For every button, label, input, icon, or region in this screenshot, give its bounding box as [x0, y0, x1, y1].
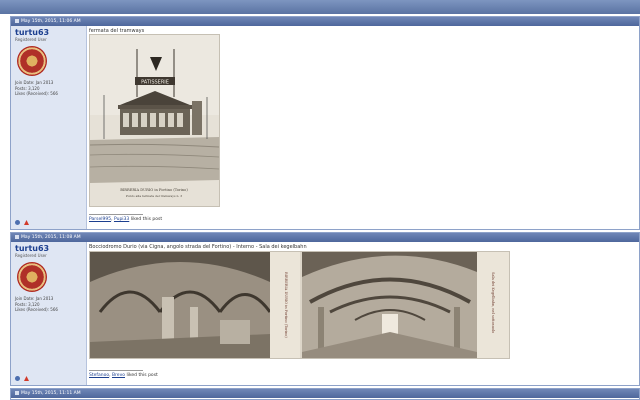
avatar[interactable] [17, 46, 47, 76]
post-header: May 15th, 2015, 11:06 AM [11, 17, 639, 26]
tram-stop-pavilion-image: PATISSERIE BIRRERIA DURIO in Fortino (To… [89, 35, 220, 206]
username-link[interactable]: turtu63 [15, 28, 82, 37]
postcard-image[interactable]: BIRRERIA DURIO in Fortino (Torino) Sala … [89, 251, 510, 359]
user-info-panel: turtu63 Registered User Join Date: Jan 2… [11, 242, 87, 385]
user-title: Registered User [15, 253, 47, 258]
post-icon [15, 390, 19, 395]
user-info-panel: turtu63 Registered User Join Date: Jan 2… [11, 26, 87, 229]
post-content: Bocciodromo Durio (via Cigna, angolo str… [87, 242, 639, 385]
liked-text: liked this post [130, 217, 163, 222]
likes-separator [89, 370, 143, 371]
user-title: Registered User [15, 37, 47, 42]
post-header: May 15th, 2015, 11:11 AM [11, 389, 639, 398]
likes-line: Stefanoo, Brevo liked this post [89, 373, 158, 378]
post-header: May 15th, 2015, 11:08 AM [11, 233, 639, 242]
bocciodromo-interior-image: BIRRERIA DURIO in Fortino (Torino) Sala … [90, 252, 509, 358]
report-icon[interactable] [24, 220, 29, 225]
liker-link[interactable]: Pupi33 [114, 217, 129, 222]
post-date: May 15th, 2015, 11:08 AM [21, 235, 81, 240]
avatar[interactable] [17, 262, 47, 292]
postcard-subcaption: Sala dei Kegelbahn, nel sottosuolo [491, 272, 495, 333]
liker-link[interactable]: Stefanoo [89, 373, 109, 378]
top-banner [0, 0, 640, 14]
postcard-caption: BIRRERIA DURIO in Fortino (Torino) [120, 188, 188, 192]
post-content: fermata del tramways PATISSERIE BIRRERIA… [87, 26, 639, 229]
post-icon [15, 234, 19, 239]
postcard-subcaption: Punto alla fermata del tramways n. 3 [126, 194, 182, 198]
post-icon [15, 18, 19, 23]
likes-received: Likes (Received): 566 [15, 91, 58, 96]
liked-text: liked this post [126, 373, 158, 378]
liker-link[interactable]: Parsel995 [89, 217, 111, 222]
likes-received: Likes (Received): 566 [15, 307, 58, 312]
likes-separator [89, 214, 143, 215]
pavilion-sign: PATISSERIE [141, 80, 169, 86]
info-icon[interactable] [15, 376, 20, 381]
post-date: May 15th, 2015, 11:11 AM [21, 391, 81, 396]
postcard-image[interactable]: PATISSERIE BIRRERIA DURIO in Fortino (To… [89, 34, 220, 207]
likes-line: Parsel995, Pupi33 liked this post [89, 217, 163, 222]
info-icon[interactable] [15, 220, 20, 225]
forum-post: May 15th, 2015, 11:06 AM turtu63 Registe… [10, 16, 640, 230]
forum-post: May 15th, 2015, 11:11 AM [10, 388, 640, 400]
post-title: Bocciodromo Durio (via Cigna, angolo str… [89, 244, 307, 250]
postcard-caption: BIRRERIA DURIO in Fortino (Torino) [284, 272, 288, 338]
report-icon[interactable] [24, 376, 29, 381]
post-date: May 15th, 2015, 11:06 AM [21, 19, 81, 24]
liker-link[interactable]: Brevo [112, 373, 125, 378]
forum-post: May 15th, 2015, 11:08 AM turtu63 Registe… [10, 232, 640, 386]
username-link[interactable]: turtu63 [15, 244, 82, 253]
